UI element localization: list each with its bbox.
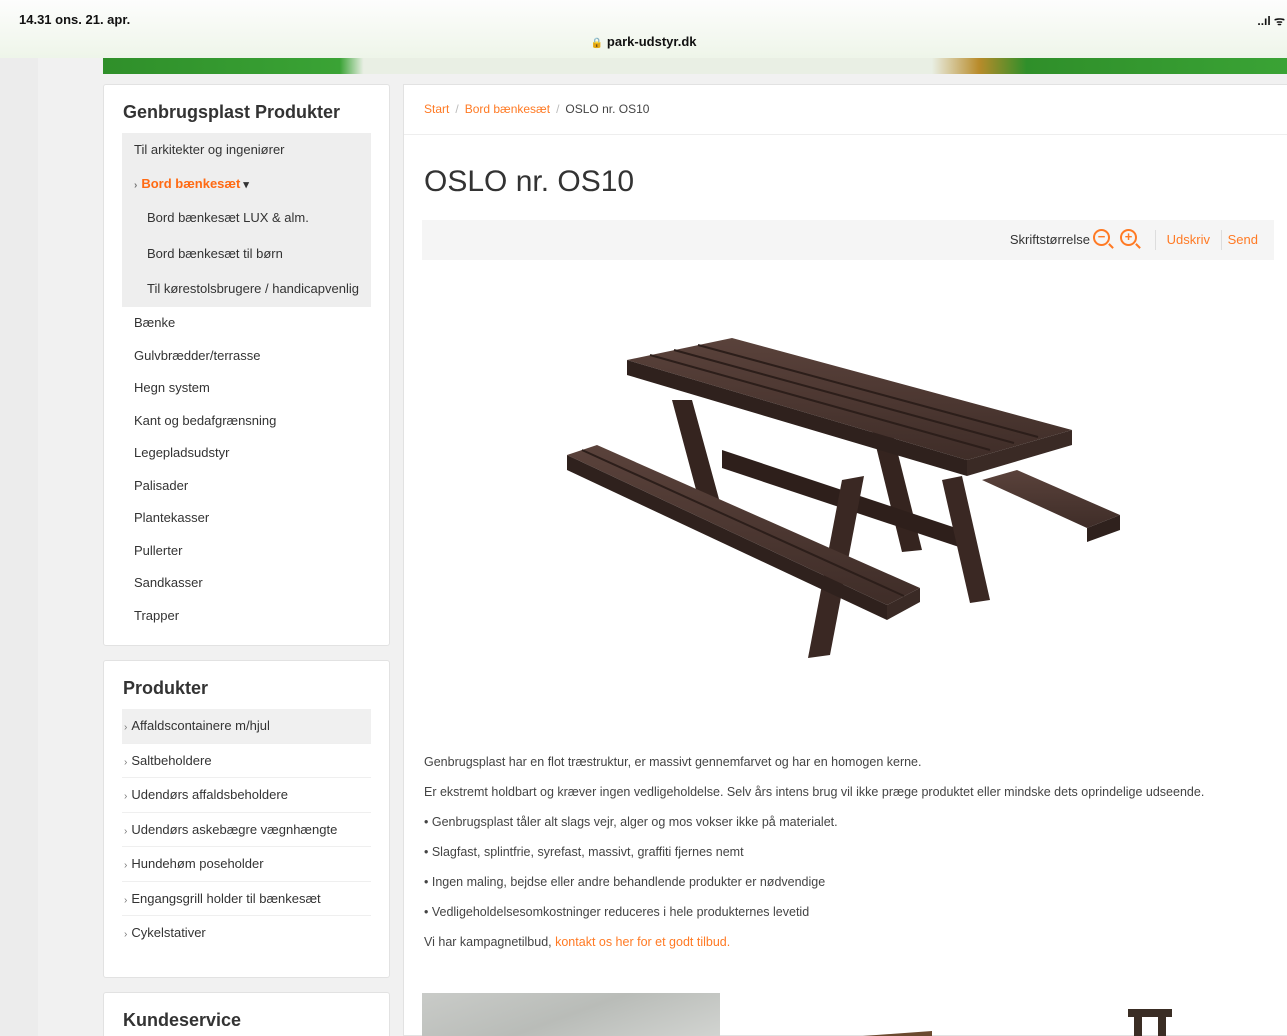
main-content: Start / Bord bænkesæt / OSLO nr. OS10 OSLO n… — [403, 84, 1287, 1036]
address-bar[interactable]: 🔒 park-udstyr.dk — [0, 34, 1287, 49]
article-toolbar: Skriftstørrelse − + Udskriv Send — [422, 220, 1274, 260]
address-url: park-udstyr.dk — [606, 34, 697, 49]
description-paragraph: Er ekstremt holdbart og kræver ingen ved… — [424, 785, 1205, 799]
sidebar-item-cykelstativer[interactable]: › Cykelstativer — [122, 916, 371, 950]
sidebar-item-label: Saltbeholdere — [131, 752, 212, 768]
sidebar-item-affaldsbeholdere[interactable]: › Udendørs affaldsbeholdere — [122, 778, 371, 813]
font-size-label: Skriftstørrelse — [1009, 232, 1090, 247]
chevron-right-icon: › — [124, 929, 128, 941]
site-header-banner — [103, 58, 1287, 74]
sidebar-item-label: Udendørs askebægre vægnhængte — [131, 821, 338, 837]
sidebar-item-palisader[interactable]: Palisader — [122, 470, 371, 503]
sidebar-item-trapper[interactable]: Trapper — [122, 600, 371, 633]
sidebar-item-label: Cykelstativer — [131, 925, 206, 941]
breadcrumb-separator: / — [455, 102, 459, 116]
sidebar-item-baenke[interactable]: Bænke — [122, 307, 371, 340]
campaign-prefix: Vi har kampagnetilbud, — [424, 935, 556, 949]
picnic-table-illustration — [567, 338, 1120, 658]
breadcrumb-current: OSLO nr. OS10 — [565, 102, 650, 116]
product-image[interactable] — [542, 280, 1152, 690]
print-link[interactable]: Udskriv — [1167, 232, 1210, 247]
sidebar-item-kant[interactable]: Kant og bedafgrænsning — [122, 405, 371, 438]
sidebar-item-label: Engangsgrill holder til bænkesæt — [131, 890, 321, 906]
chevron-right-icon: › — [124, 791, 128, 803]
sidebar-item-saltbeholdere[interactable]: › Saltbeholdere — [122, 744, 371, 779]
zoom-in-icon[interactable]: + — [1120, 229, 1137, 246]
sidebar-item-label: Hundehøm poseholder — [131, 856, 264, 872]
sidebar-item-sandkasser[interactable]: Sandkasser — [122, 567, 371, 600]
description-bullet: • Ingen maling, bejdse eller andre behan… — [424, 875, 826, 889]
send-link[interactable]: Send — [1228, 232, 1258, 247]
sidebar-item-label: Bord bænkesæt — [141, 175, 241, 191]
sidebar-item-poseholder[interactable]: › Hundehøm poseholder — [122, 847, 371, 882]
zoom-out-icon[interactable]: − — [1093, 229, 1110, 246]
chevron-right-icon: › — [124, 894, 128, 906]
divider — [1221, 230, 1222, 250]
sidebar-item-legeplads[interactable]: Legepladsudstyr — [122, 437, 371, 470]
sidebar-products: Produkter › Affaldscontainere m/hjul › Sal… — [103, 660, 390, 978]
sidebar-title: Produkter — [123, 678, 209, 698]
sidebar-item-bord-baenkesaet[interactable]: › Bord bænkesæt ▾ — [122, 166, 371, 201]
chevron-right-icon: › — [124, 825, 128, 837]
sidebar-customer-service: Kundeservice — [103, 992, 390, 1036]
table-thumbnail-illustration — [863, 1031, 932, 1036]
sidebar-genbrug-products: Genbrugsplast Produkter Til arkitekter o… — [103, 84, 390, 646]
gallery-thumbnail[interactable] — [1120, 1009, 1180, 1036]
description-bullet: • Vedligeholdelsesomkostninger reduceres… — [424, 905, 810, 919]
breadcrumb: Start / Bord bænkesæt / OSLO nr. OS10 — [404, 85, 1287, 135]
description-bullet: • Genbrugsplast tåler alt slags vejr, al… — [424, 815, 838, 829]
gallery-thumbnail[interactable] — [422, 993, 720, 1036]
chevron-right-icon: › — [124, 722, 128, 733]
breadcrumb-home[interactable]: Start — [424, 102, 449, 116]
sidebar-item-plantekasser[interactable]: Plantekasser — [122, 502, 371, 535]
sidebar-item-affaldscontainere[interactable]: › Affaldscontainere m/hjul — [122, 709, 371, 744]
browser-status-bar: 14.31 ons. 21. apr. ..ıl ᯤ 🔒 park-udstyr.… — [0, 0, 1287, 58]
description-bullet: • Slagfast, splintfrie, syrefast, massiv… — [424, 845, 744, 859]
sidebar-item-hegn[interactable]: Hegn system — [122, 372, 371, 405]
description-paragraph: Genbrugsplast har en flot træstruktur, e… — [424, 755, 922, 769]
gallery-thumbnail[interactable] — [822, 1025, 932, 1036]
chevron-right-icon: › — [124, 860, 128, 872]
page-margin — [0, 58, 38, 1036]
bench-thumbnail-illustration — [1128, 1009, 1172, 1036]
page-title: OSLO nr. OS10 — [424, 165, 635, 198]
sidebar-item-pullerter[interactable]: Pullerter — [122, 535, 371, 568]
breadcrumb-category[interactable]: Bord bænkesæt — [465, 102, 550, 116]
contact-link[interactable]: kontakt os her for et godt tilbud. — [555, 935, 730, 949]
product-description: Genbrugsplast har en flot træstruktur, e… — [424, 752, 1244, 966]
status-time-date: 14.31 ons. 21. apr. — [19, 12, 131, 27]
chevron-right-icon: › — [124, 756, 128, 768]
sidebar-item-label: Udendørs affaldsbeholdere — [131, 787, 288, 803]
caret-down-icon: ▾ — [240, 178, 249, 191]
sidebar-item-grill-holder[interactable]: › Engangsgrill holder til bænkesæt — [122, 882, 371, 917]
signal-icon: ..ıl ᯤ — [1257, 14, 1285, 28]
divider — [1155, 230, 1156, 250]
breadcrumb-separator: / — [556, 102, 560, 116]
sidebar-item-arkitekter[interactable]: Til arkitekter og ingeniører — [122, 133, 371, 167]
lock-icon: 🔒 — [590, 38, 603, 49]
sidebar-subitem-handicap[interactable]: Til kørestolsbrugere / handicapvenlig — [122, 271, 371, 308]
chevron-right-icon: › — [134, 179, 138, 191]
sidebar-item-gulvbraedder[interactable]: Gulvbrædder/terrasse — [122, 340, 371, 373]
sidebar-subitem-lux[interactable]: Bord bænkesæt LUX & alm. — [122, 200, 371, 236]
sidebar-item-askebaegre[interactable]: › Udendørs askebægre vægnhængte — [122, 813, 371, 848]
campaign-text: Vi har kampagnetilbud, kontakt os her fo… — [424, 932, 1244, 952]
sidebar-item-label: Affaldscontainere m/hjul — [131, 718, 270, 733]
sidebar-title: Kundeservice — [123, 1010, 242, 1030]
sidebar-subitem-boern[interactable]: Bord bænkesæt til børn — [122, 235, 371, 272]
sidebar-title: Genbrugsplast Produkter — [123, 102, 341, 122]
